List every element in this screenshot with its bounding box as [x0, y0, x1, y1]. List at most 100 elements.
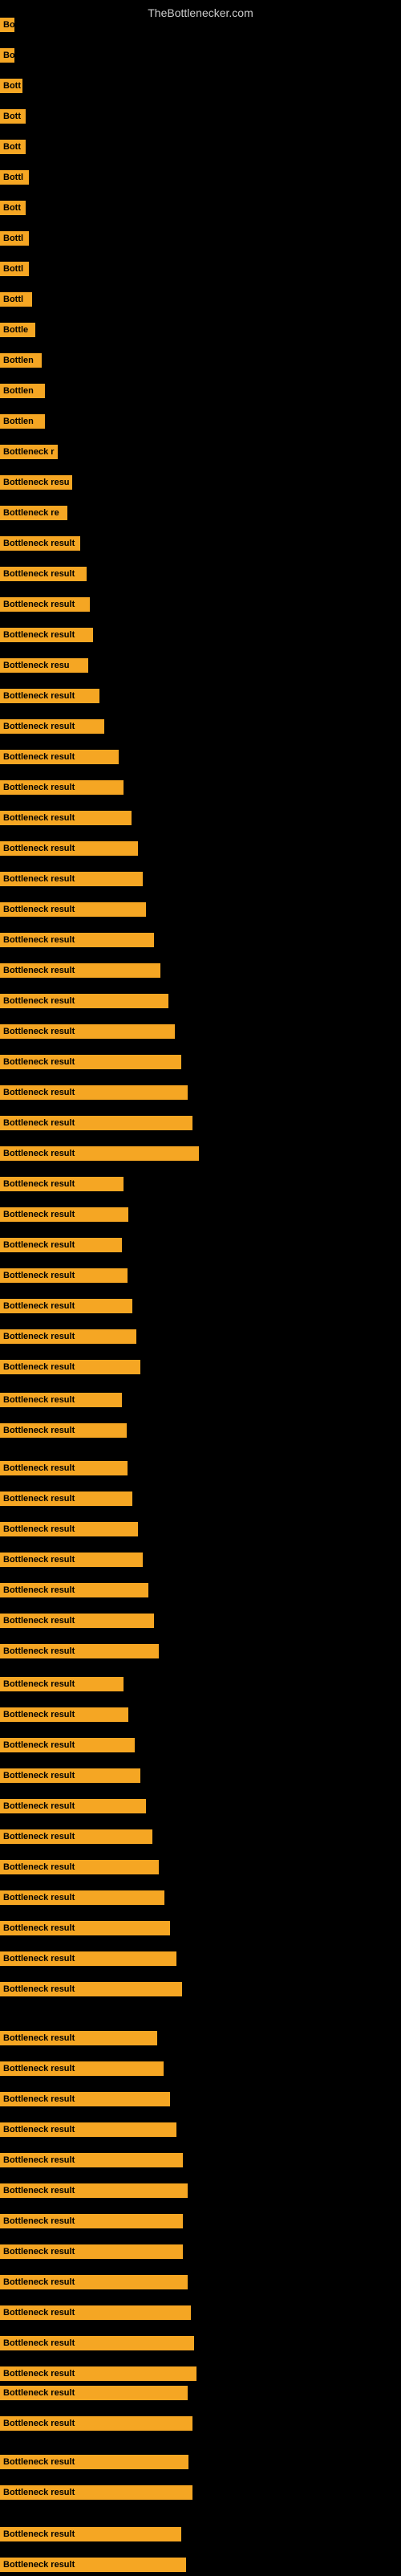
bar-item-32: Bottleneck result [0, 963, 160, 982]
bar-item-3: Bott [0, 79, 22, 97]
bar-label-3: Bott [0, 79, 22, 93]
bar-label-82: Bottleneck result [0, 2527, 181, 2541]
bar-item-61: Bottleneck result [0, 1860, 159, 1878]
bar-label-49: Bottleneck result [0, 1491, 132, 1506]
bar-item-78: Bottleneck result [0, 2386, 188, 2404]
bar-label-74: Bottleneck result [0, 2275, 188, 2289]
bar-label-23: Bottleneck result [0, 689, 99, 703]
bar-item-60: Bottleneck result [0, 1829, 152, 1848]
bar-item-38: Bottleneck result [0, 1146, 199, 1165]
bar-item-71: Bottleneck result [0, 2183, 188, 2202]
bar-item-56: Bottleneck result [0, 1707, 128, 1726]
bar-label-73: Bottleneck result [0, 2244, 183, 2259]
bar-label-68: Bottleneck result [0, 2092, 170, 2106]
bar-label-56: Bottleneck result [0, 1707, 128, 1722]
bar-item-16: Bottleneck resu [0, 475, 72, 494]
bar-label-2: Bo [0, 48, 14, 63]
bar-label-16: Bottleneck resu [0, 475, 72, 490]
bar-item-12: Bottlen [0, 353, 42, 372]
bar-label-75: Bottleneck result [0, 2305, 191, 2320]
bar-label-19: Bottleneck result [0, 567, 87, 581]
bar-label-10: Bottl [0, 292, 32, 307]
bar-label-9: Bottl [0, 262, 29, 276]
bar-label-63: Bottleneck result [0, 1921, 170, 1935]
bar-label-25: Bottleneck result [0, 750, 119, 764]
bar-label-37: Bottleneck result [0, 1116, 192, 1130]
bar-item-20: Bottleneck result [0, 597, 90, 616]
bar-item-52: Bottleneck result [0, 1583, 148, 1601]
bar-item-70: Bottleneck result [0, 2153, 183, 2171]
bar-item-58: Bottleneck result [0, 1768, 140, 1787]
bar-item-18: Bottleneck result [0, 536, 80, 555]
bar-item-7: Bott [0, 201, 26, 219]
bar-item-64: Bottleneck result [0, 1951, 176, 1970]
bar-item-75: Bottleneck result [0, 2305, 191, 2324]
bar-label-20: Bottleneck result [0, 597, 90, 612]
bar-label-11: Bottle [0, 323, 35, 337]
bar-item-34: Bottleneck result [0, 1024, 175, 1043]
bar-item-77: Bottleneck result [0, 2366, 196, 2385]
bar-label-28: Bottleneck result [0, 841, 138, 856]
bar-item-14: Bottlen [0, 414, 45, 433]
bar-item-9: Bottl [0, 262, 29, 280]
bar-item-11: Bottle [0, 323, 35, 341]
bar-label-50: Bottleneck result [0, 1522, 138, 1536]
bar-item-43: Bottleneck result [0, 1299, 132, 1317]
bar-label-8: Bottl [0, 231, 29, 246]
bar-item-48: Bottleneck result [0, 1461, 128, 1479]
bar-label-67: Bottleneck result [0, 2061, 164, 2076]
bar-item-63: Bottleneck result [0, 1921, 170, 1939]
bar-label-21: Bottleneck result [0, 628, 93, 642]
bar-label-35: Bottleneck result [0, 1055, 181, 1069]
bar-item-68: Bottleneck result [0, 2092, 170, 2110]
bar-label-26: Bottleneck result [0, 780, 124, 795]
bar-label-47: Bottleneck result [0, 1423, 127, 1438]
bar-item-2: Bo [0, 48, 14, 67]
bar-label-5: Bott [0, 140, 26, 154]
bar-label-62: Bottleneck result [0, 1890, 164, 1905]
bar-label-44: Bottleneck result [0, 1329, 136, 1344]
bar-item-59: Bottleneck result [0, 1799, 146, 1817]
bar-label-13: Bottlen [0, 384, 45, 398]
bar-item-44: Bottleneck result [0, 1329, 136, 1348]
bar-label-24: Bottleneck result [0, 719, 104, 734]
bar-label-36: Bottleneck result [0, 1085, 188, 1100]
bar-item-80: Bottleneck result [0, 2455, 188, 2473]
bar-item-8: Bottl [0, 231, 29, 250]
bar-item-35: Bottleneck result [0, 1055, 181, 1073]
bar-label-48: Bottleneck result [0, 1461, 128, 1475]
bar-item-25: Bottleneck result [0, 750, 119, 768]
bar-item-10: Bottl [0, 292, 32, 311]
bar-label-55: Bottleneck result [0, 1677, 124, 1691]
bar-label-79: Bottleneck result [0, 2416, 192, 2431]
bar-label-57: Bottleneck result [0, 1738, 135, 1752]
bar-label-66: Bottleneck result [0, 2031, 157, 2045]
bar-item-24: Bottleneck result [0, 719, 104, 738]
bar-label-80: Bottleneck result [0, 2455, 188, 2469]
site-title: TheBottlenecker.com [0, 0, 401, 22]
bar-item-69: Bottleneck result [0, 2122, 176, 2141]
bar-label-58: Bottleneck result [0, 1768, 140, 1783]
bar-item-23: Bottleneck result [0, 689, 99, 707]
bar-item-47: Bottleneck result [0, 1423, 127, 1442]
bar-label-29: Bottleneck result [0, 872, 143, 886]
bar-label-22: Bottleneck resu [0, 658, 88, 673]
bar-label-12: Bottlen [0, 353, 42, 368]
bar-item-28: Bottleneck result [0, 841, 138, 860]
bar-label-1: Bo [0, 18, 14, 32]
bar-item-57: Bottleneck result [0, 1738, 135, 1756]
bar-label-42: Bottleneck result [0, 1268, 128, 1283]
bar-item-21: Bottleneck result [0, 628, 93, 646]
bar-label-40: Bottleneck result [0, 1207, 128, 1222]
bar-label-77: Bottleneck result [0, 2366, 196, 2381]
bar-label-76: Bottleneck result [0, 2336, 194, 2350]
bar-label-81: Bottleneck result [0, 2485, 192, 2500]
bar-item-6: Bottl [0, 170, 29, 189]
bar-item-40: Bottleneck result [0, 1207, 128, 1226]
bar-item-81: Bottleneck result [0, 2485, 192, 2504]
bar-item-29: Bottleneck result [0, 872, 143, 890]
bar-label-54: Bottleneck result [0, 1644, 159, 1658]
bar-label-43: Bottleneck result [0, 1299, 132, 1313]
bar-item-31: Bottleneck result [0, 933, 154, 951]
bar-item-15: Bottleneck r [0, 445, 58, 463]
